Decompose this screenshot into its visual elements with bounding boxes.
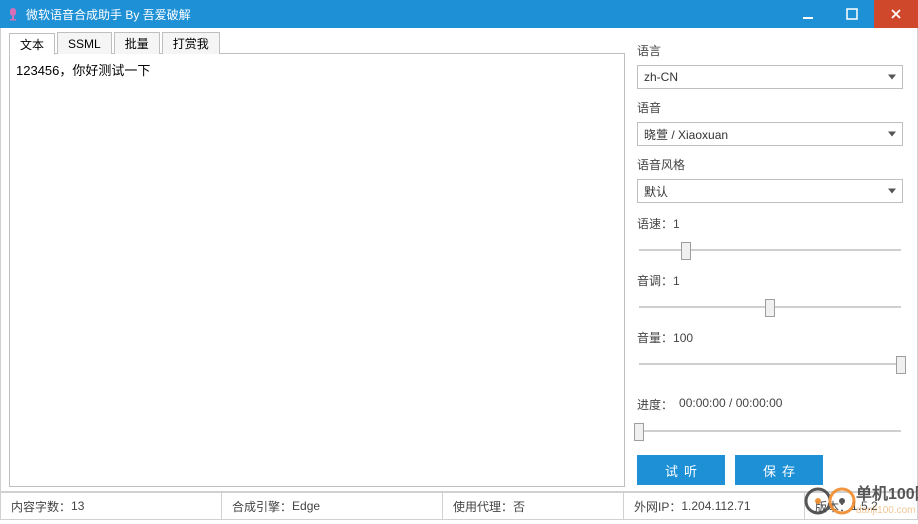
voice-label: 语音 bbox=[637, 99, 903, 116]
window-close-button[interactable] bbox=[874, 0, 918, 28]
text-input[interactable] bbox=[9, 54, 625, 487]
language-select[interactable]: zh-CN bbox=[637, 65, 903, 89]
pitch-label: 音调：1 bbox=[637, 272, 903, 289]
volume-slider[interactable] bbox=[639, 354, 901, 374]
save-button[interactable]: 保存 bbox=[735, 455, 823, 485]
voice-select[interactable]: 晓萱 / Xiaoxuan bbox=[637, 122, 903, 146]
progress-label: 进度： 00:00:00 / 00:00:00 bbox=[637, 396, 903, 413]
window-maximize-button[interactable] bbox=[830, 0, 874, 28]
window-title: 微软语音合成助手 By 吾爱破解 bbox=[26, 6, 786, 23]
select-value: zh-CN bbox=[644, 70, 678, 84]
pitch-slider[interactable] bbox=[639, 297, 901, 317]
tab-batch[interactable]: 批量 bbox=[114, 32, 160, 54]
language-label: 语言 bbox=[637, 42, 903, 59]
speed-label: 语速：1 bbox=[637, 215, 903, 232]
slider-thumb[interactable] bbox=[634, 423, 644, 441]
tab-bar: 文本 SSML 批量 打赏我 bbox=[9, 32, 625, 54]
status-proxy: 使用代理：否 bbox=[443, 493, 623, 519]
progress-slider[interactable] bbox=[639, 421, 901, 441]
status-version: 版本：1.5.2 bbox=[805, 493, 917, 519]
right-pane: 语言 zh-CN 语音 晓萱 / Xiaoxuan 语音风格 默认 语速：1 音… bbox=[631, 28, 917, 491]
speed-slider[interactable] bbox=[639, 240, 901, 260]
style-label: 语音风格 bbox=[637, 156, 903, 173]
tab-label: SSML bbox=[68, 37, 101, 51]
tab-label: 文本 bbox=[20, 36, 44, 53]
slider-thumb[interactable] bbox=[681, 242, 691, 260]
left-pane: 文本 SSML 批量 打赏我 bbox=[1, 28, 631, 491]
status-ext-ip: 外网IP：1.204.112.71 bbox=[624, 493, 804, 519]
window-buttons bbox=[786, 0, 918, 28]
status-char-count: 内容字数：13 bbox=[1, 493, 221, 519]
tab-text[interactable]: 文本 bbox=[9, 33, 55, 55]
select-value: 默认 bbox=[644, 183, 668, 200]
app-icon bbox=[6, 7, 20, 21]
window-titlebar: 微软语音合成助手 By 吾爱破解 bbox=[0, 0, 918, 28]
preview-button[interactable]: 试听 bbox=[637, 455, 725, 485]
window-minimize-button[interactable] bbox=[786, 0, 830, 28]
select-value: 晓萱 / Xiaoxuan bbox=[644, 126, 728, 143]
style-select[interactable]: 默认 bbox=[637, 179, 903, 203]
slider-thumb[interactable] bbox=[896, 356, 906, 374]
status-bar: 内容字数：13 合成引擎：Edge 使用代理：否 外网IP：1.204.112.… bbox=[0, 492, 918, 520]
tab-donate[interactable]: 打赏我 bbox=[162, 32, 220, 54]
volume-label: 音量：100 bbox=[637, 329, 903, 346]
tab-label: 批量 bbox=[125, 35, 149, 52]
tab-label: 打赏我 bbox=[173, 35, 209, 52]
tab-ssml[interactable]: SSML bbox=[57, 32, 112, 54]
slider-thumb[interactable] bbox=[765, 299, 775, 317]
main-container: 文本 SSML 批量 打赏我 语言 zh-CN 语音 晓萱 / Xiaoxuan… bbox=[0, 28, 918, 492]
status-engine: 合成引擎：Edge bbox=[222, 493, 442, 519]
